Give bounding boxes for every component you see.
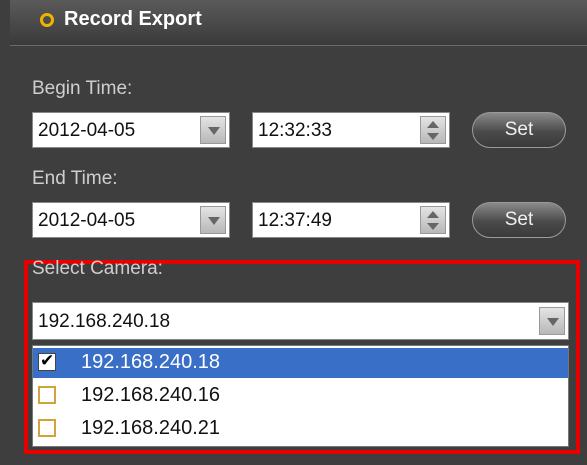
begin-date-picker[interactable]: 2012-04-05 (32, 112, 230, 148)
camera-selected-value: 192.168.240.18 (38, 311, 171, 332)
end-time-spinner[interactable]: 12:37:49 (252, 202, 450, 238)
camera-item-label: 192.168.240.16 (81, 384, 221, 406)
panel-titlebar: Record Export (10, 0, 587, 46)
end-time-label: End Time: (32, 168, 118, 189)
begin-time-spinner[interactable]: 12:32:33 (252, 112, 450, 148)
checkmark-icon: ✔ (40, 351, 55, 371)
checkbox-checked[interactable]: ✔ (38, 351, 56, 371)
end-set-button[interactable]: Set (472, 202, 566, 238)
record-export-panel: Record Export Begin Time: 2012-04-05 12:… (0, 0, 587, 465)
camera-list-item[interactable]: 192.168.240.16 (33, 381, 568, 411)
end-date-picker[interactable]: 2012-04-05 (32, 202, 230, 238)
spinner-arrows-icon[interactable] (420, 206, 446, 234)
end-date-value: 2012-04-05 (38, 210, 136, 231)
begin-time-value: 12:32:33 (258, 120, 332, 141)
spinner-arrows-icon[interactable] (420, 116, 446, 144)
camera-list-item[interactable]: 192.168.240.21 (33, 414, 568, 444)
camera-item-label: 192.168.240.21 (81, 417, 221, 439)
chevron-down-icon[interactable] (200, 206, 226, 234)
title-bullet-icon (40, 13, 54, 27)
camera-list-item[interactable]: ✔ 192.168.240.18 (33, 348, 568, 378)
camera-item-label: 192.168.240.18 (81, 351, 221, 373)
begin-date-value: 2012-04-05 (38, 120, 136, 141)
begin-set-button[interactable]: Set (472, 112, 566, 148)
select-camera-label: Select Camera: (32, 258, 163, 279)
checkbox-unchecked[interactable] (38, 386, 56, 404)
begin-time-label: Begin Time: (32, 78, 133, 99)
checkbox-unchecked[interactable] (38, 419, 56, 437)
chevron-down-icon[interactable] (539, 307, 565, 335)
camera-list: ✔ 192.168.240.18 192.168.240.16 192.168.… (32, 345, 569, 447)
camera-dropdown[interactable]: 192.168.240.18 (32, 302, 569, 340)
panel-title: Record Export (64, 8, 202, 30)
end-time-value: 12:37:49 (258, 210, 332, 231)
chevron-down-icon[interactable] (200, 116, 226, 144)
